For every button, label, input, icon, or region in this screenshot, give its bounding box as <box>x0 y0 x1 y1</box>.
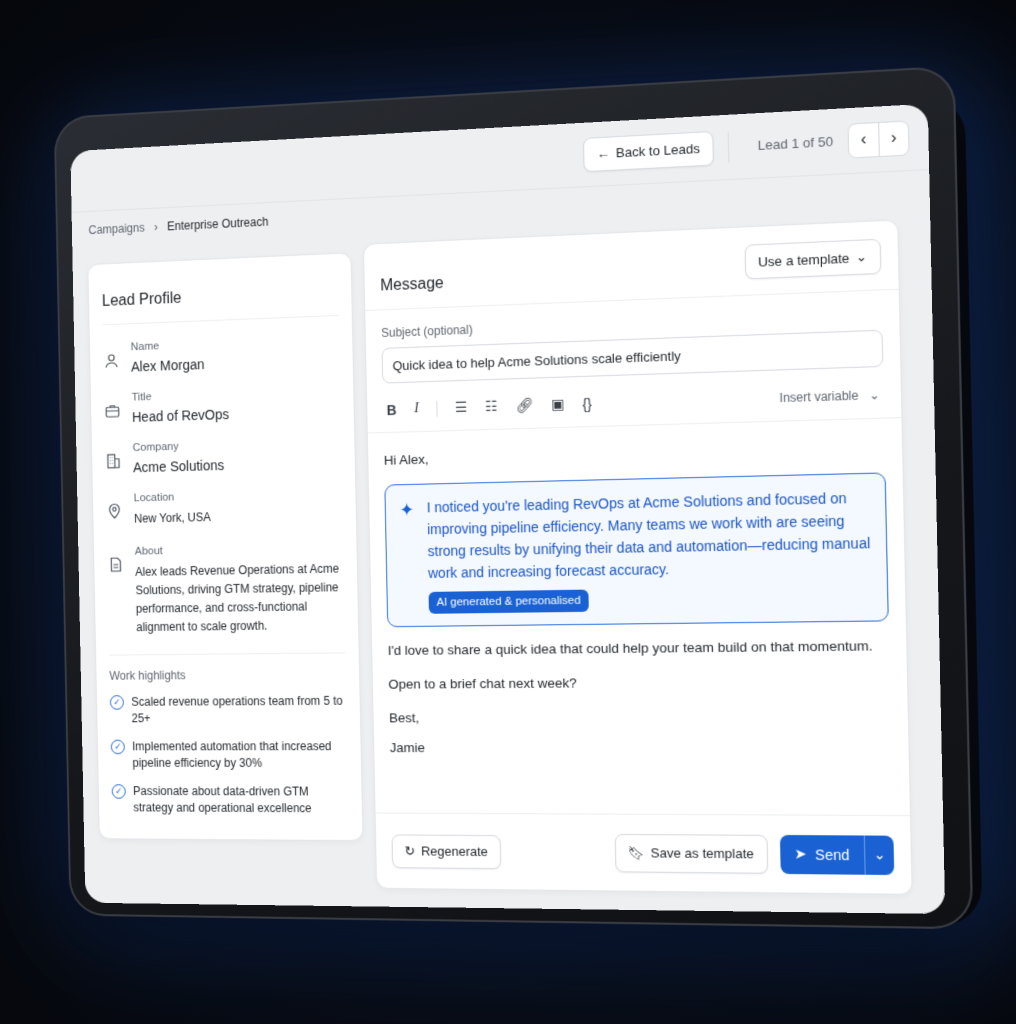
paragraph-text: I'd love to share a quick idea that coul… <box>388 636 890 661</box>
list-item: ✓ Scaled revenue operations team from 5 … <box>97 687 361 733</box>
lead-counter: Lead 1 of 50 <box>758 134 834 153</box>
chevron-down-icon: ⌄ <box>869 387 880 402</box>
location-label: Location <box>134 491 211 504</box>
map-pin-icon <box>106 503 123 521</box>
lead-profile-title: Lead Profile <box>101 254 338 325</box>
back-to-leads-button[interactable]: ← Back to Leads <box>583 130 713 171</box>
image-icon[interactable]: ▣ <box>551 396 565 414</box>
divider <box>727 132 729 163</box>
chevron-right-icon: › <box>154 220 158 234</box>
lead-profile-card: Lead Profile Name Alex Morgan Title Head… <box>87 252 363 841</box>
signoff-text: Best, <box>389 706 891 728</box>
bullet-list-icon[interactable]: ☷ <box>485 398 498 415</box>
message-footer: ↻ Regenerate 🔖︎ Save as template ➤ Send … <box>376 813 912 894</box>
breadcrumb: Campaigns › Enterprise Outreach <box>88 215 268 237</box>
briefcase-icon <box>104 402 121 420</box>
lead-pager: ‹ › <box>847 120 909 158</box>
regenerate-button[interactable]: ↻ Regenerate <box>392 834 502 869</box>
ai-badge: AI generated & personalised <box>429 590 589 614</box>
highlight-text: Passionate about data-driven GTM strateg… <box>133 783 349 817</box>
document-icon <box>107 556 124 574</box>
send-label: Send <box>815 846 850 863</box>
highlight-text: Implemented automation that increased pi… <box>132 738 348 772</box>
profile-title: Title Head of RevOps <box>91 385 354 427</box>
numbered-list-icon[interactable]: ☰ <box>455 399 468 416</box>
location-value: New York, USA <box>134 508 211 528</box>
regenerate-label: Regenerate <box>421 844 488 860</box>
about-value: Alex leads Revenue Operations at Acme So… <box>135 560 345 637</box>
refresh-icon: ↻ <box>404 843 415 859</box>
company-value: Acme Solutions <box>133 457 224 475</box>
profile-name: Name Alex Morgan <box>90 333 353 376</box>
profile-location: Location New York, USA <box>93 487 356 529</box>
signature-text: Jamie <box>390 737 892 758</box>
title-value: Head of RevOps <box>132 406 229 425</box>
send-main[interactable]: ➤ Send <box>779 834 864 874</box>
highlight-text: Scaled revenue operations team from 5 to… <box>131 693 347 727</box>
paragraph-text: Open to a brief chat next week? <box>388 671 890 695</box>
breadcrumb-campaigns[interactable]: Campaigns <box>88 221 144 237</box>
back-to-leads-label: Back to Leads <box>616 141 700 161</box>
message-card: Message Use a template ⌄ Subject (option… <box>363 219 913 895</box>
title-label: Title <box>132 389 229 404</box>
user-icon <box>103 352 120 370</box>
ai-text: I noticed you're leading RevOps at Acme … <box>427 486 872 584</box>
profile-about: About Alex leads Revenue Operations at A… <box>94 542 358 638</box>
name-label: Name <box>131 339 205 353</box>
use-template-dropdown[interactable]: Use a template ⌄ <box>744 239 881 280</box>
message-title: Message <box>380 275 444 296</box>
arrow-left-icon: ← <box>597 146 610 162</box>
check-circle-icon: ✓ <box>111 740 125 755</box>
chevron-left-icon[interactable]: ‹ <box>849 122 879 157</box>
check-circle-icon: ✓ <box>110 695 124 710</box>
save-as-template-label: Save as template <box>651 845 755 861</box>
chevron-down-icon: ⌄ <box>873 846 886 864</box>
chevron-right-icon[interactable]: › <box>878 121 908 156</box>
divider <box>436 400 437 416</box>
message-body[interactable]: Hi Alex, ✦ I noticed you're leading RevO… <box>368 418 909 758</box>
insert-variable-label: Insert variable <box>779 388 858 405</box>
breadcrumb-current: Enterprise Outreach <box>167 215 269 234</box>
code-braces-icon[interactable]: {} <box>582 395 592 411</box>
profile-company: Company Acme Solutions <box>92 436 355 476</box>
app-window: ← Back to Leads Lead 1 of 50 ‹ › Campaig… <box>70 104 945 914</box>
greeting-text: Hi Alex, <box>384 437 886 470</box>
insert-variable-dropdown[interactable]: Insert variable ⌄ <box>779 387 879 405</box>
bookmark-icon: 🔖︎ <box>628 845 645 861</box>
use-template-label: Use a template <box>758 250 850 269</box>
ai-suggestion-block[interactable]: ✦ I noticed you're leading RevOps at Acm… <box>384 472 888 627</box>
name-value: Alex Morgan <box>131 356 205 374</box>
list-item: ✓ Implemented automation that increased … <box>98 732 362 777</box>
send-button[interactable]: ➤ Send ⌄ <box>779 834 894 874</box>
send-icon: ➤ <box>794 845 807 863</box>
link-icon[interactable]: 🔗︎ <box>515 397 533 415</box>
chevron-down-icon: ⌄ <box>856 249 868 266</box>
send-options-dropdown[interactable]: ⌄ <box>864 835 894 875</box>
work-highlights-title: Work highlights <box>96 653 359 688</box>
save-as-template-button[interactable]: 🔖︎ Save as template <box>614 833 768 873</box>
italic-icon[interactable]: I <box>414 401 419 417</box>
about-label: About <box>135 542 343 558</box>
sparkle-icon: ✦ <box>399 499 414 521</box>
list-item: ✓ Passionate about data-driven GTM strat… <box>99 777 363 823</box>
building-icon <box>105 452 122 470</box>
bold-icon[interactable]: B <box>387 401 397 417</box>
check-circle-icon: ✓ <box>112 784 126 799</box>
company-label: Company <box>133 440 224 454</box>
